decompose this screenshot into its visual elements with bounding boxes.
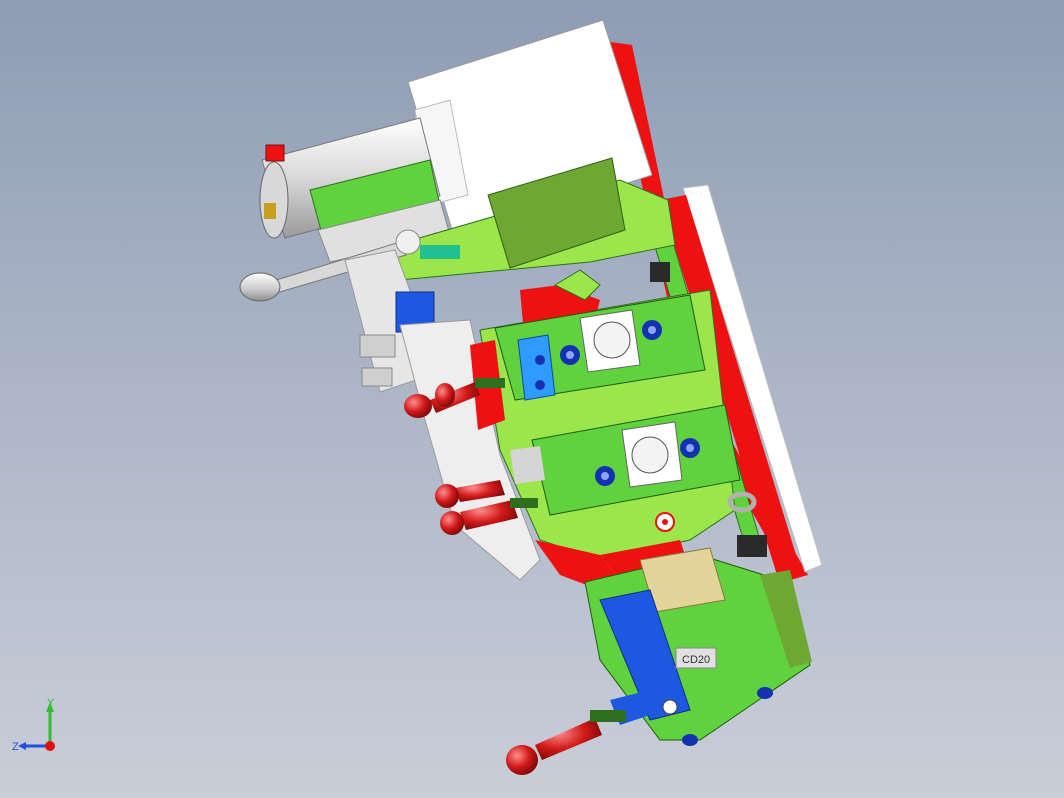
y-axis-label: Y <box>47 697 55 709</box>
lever-handle[interactable] <box>506 710 626 775</box>
origin-dot <box>45 741 55 751</box>
connector <box>737 535 767 557</box>
3d-viewport[interactable]: CD20 Y Z <box>0 0 1064 798</box>
axis-triad: Y Z <box>12 697 55 753</box>
z-axis-label: Z <box>12 741 19 753</box>
cad-model[interactable]: CD20 <box>0 0 1064 798</box>
connector <box>650 262 670 282</box>
badge-text: CD20 <box>682 654 710 666</box>
z-axis-arrow <box>18 742 26 750</box>
